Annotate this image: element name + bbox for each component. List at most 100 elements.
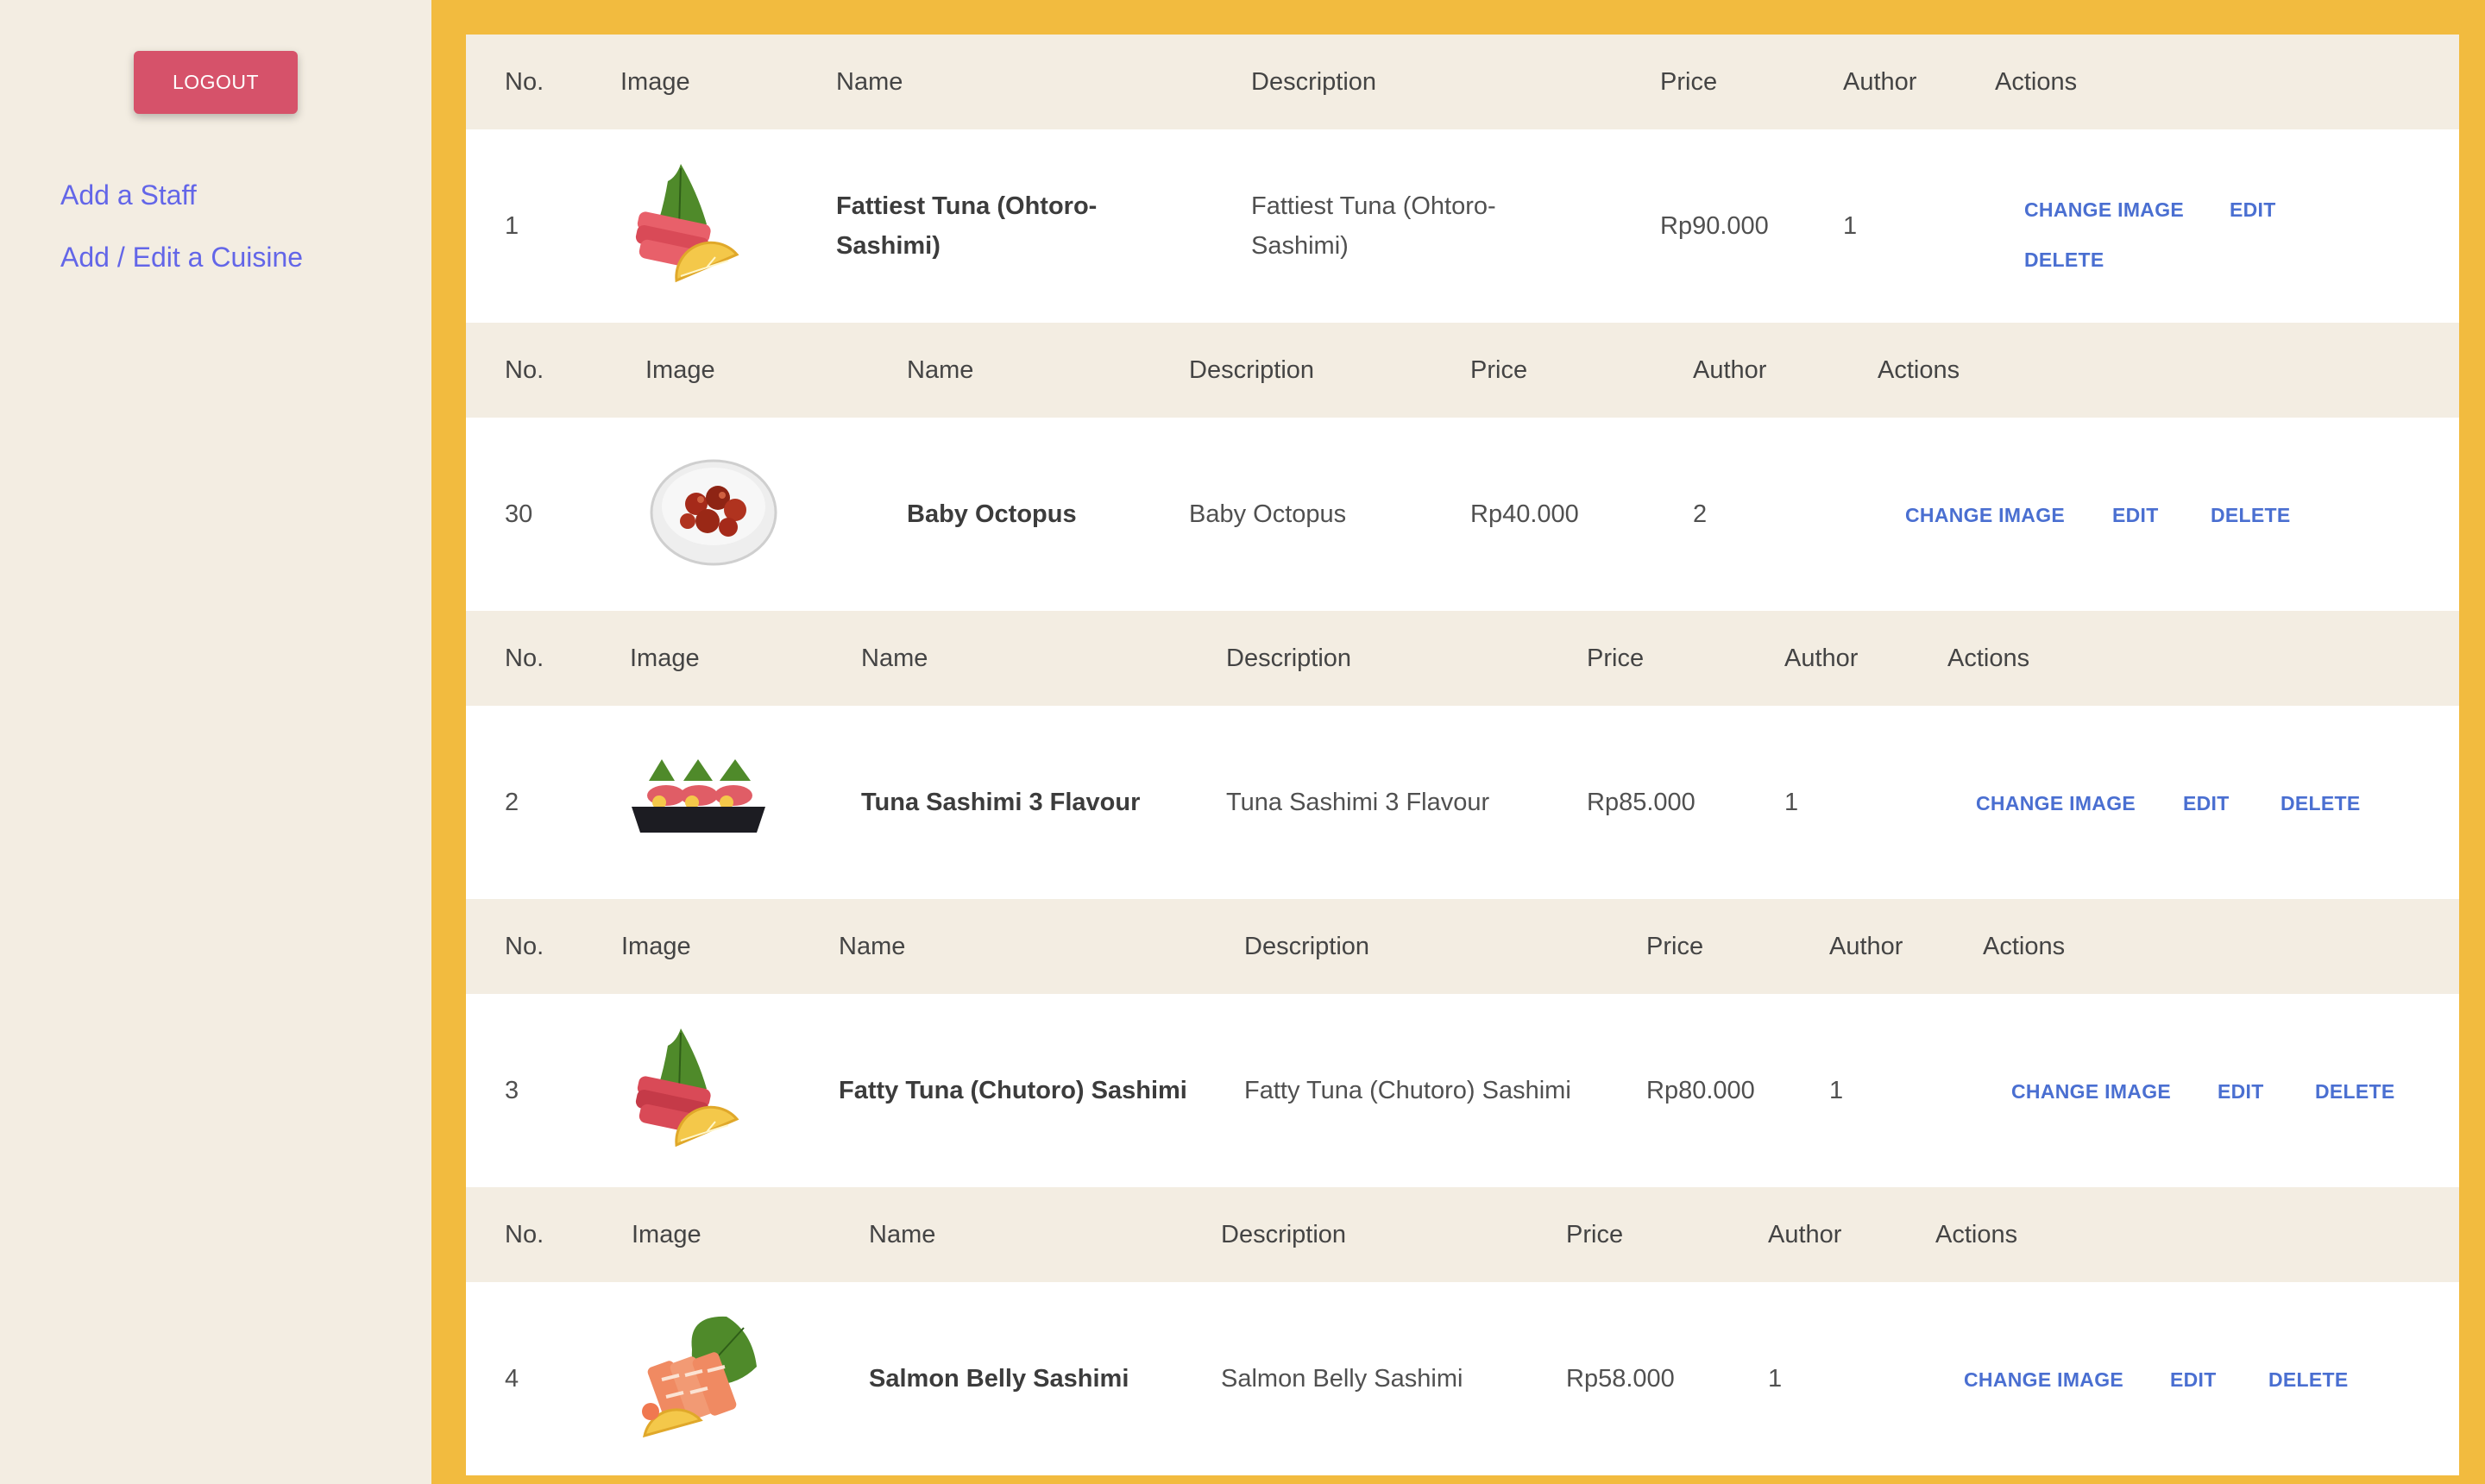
cuisine-table: No. Image Name Description Price Author … — [466, 899, 2459, 1187]
header-image: Image — [630, 644, 700, 672]
header-actions: Actions — [1947, 644, 2030, 672]
add-staff-link[interactable]: Add a Staff — [60, 179, 197, 211]
table-row: 30 Baby Octopus Baby Octopus Rp40.000 2 … — [466, 418, 2459, 611]
header-name: Name — [907, 355, 974, 384]
header-image: Image — [621, 932, 691, 960]
table-header: No. Image Name Description Price Author … — [466, 323, 2459, 418]
row-description: Tuna Sashimi 3 Flavour — [1226, 789, 1490, 816]
row-description: Baby Octopus — [1189, 500, 1347, 528]
row-price: Rp80.000 — [1646, 1077, 1755, 1104]
header-description: Description — [1226, 644, 1352, 672]
tuna-sashimi-tray-image — [632, 759, 765, 833]
table-row: 2 Tuna Sashimi 3 Flavour Tuna Sashimi 3 … — [466, 706, 2459, 899]
header-no: No. — [505, 932, 544, 960]
table-row: 3 Fatty Tuna (Chutoro) Sashimi Fatty Tun… — [466, 994, 2459, 1187]
cuisine-table: No. Image Name Description Price Author … — [466, 611, 2459, 899]
cuisine-table: No. Image Name Description Price Author … — [466, 35, 2459, 323]
header-author: Author — [1768, 1220, 1842, 1248]
row-author: 1 — [1784, 789, 1799, 816]
tuna-sashimi-image — [635, 1028, 739, 1148]
header-no: No. — [505, 1220, 544, 1248]
row-no: 4 — [505, 1365, 519, 1393]
table-header: No. Image Name Description Price Author … — [466, 899, 2459, 994]
row-name: Tuna Sashimi 3 Flavour — [861, 789, 1141, 816]
row-author: 1 — [1829, 1077, 1844, 1104]
header-no: No. — [505, 67, 544, 96]
change-image-button[interactable]: CHANGE IMAGE — [1905, 504, 2065, 527]
header-author: Author — [1693, 355, 1767, 384]
cuisine-table: No. Image Name Description Price Author … — [466, 1187, 2459, 1475]
header-actions: Actions — [1983, 932, 2066, 960]
row-author: 1 — [1843, 212, 1858, 240]
header-no: No. — [505, 355, 544, 384]
table-header: No. Image Name Description Price Author … — [466, 1187, 2459, 1282]
delete-button[interactable]: DELETE — [2281, 792, 2361, 815]
header-price: Price — [1470, 355, 1528, 384]
edit-button[interactable]: EDIT — [2230, 198, 2276, 222]
change-image-button[interactable]: CHANGE IMAGE — [2024, 198, 2184, 222]
edit-button[interactable]: EDIT — [2183, 792, 2230, 815]
header-name: Name — [869, 1220, 936, 1248]
header-author: Author — [1843, 67, 1917, 96]
table-row: 4 Salmon Belly Sashimi Salmon Belly Sash… — [466, 1282, 2459, 1475]
row-no: 1 — [505, 212, 519, 240]
header-price: Price — [1660, 67, 1718, 96]
delete-button[interactable]: DELETE — [2315, 1080, 2395, 1104]
header-image: Image — [632, 1220, 701, 1248]
row-description: Fattiest Tuna (Ohtoro-Sashimi) — [1251, 192, 1496, 260]
row-no: 30 — [505, 500, 533, 528]
header-image: Image — [645, 355, 715, 384]
header-author: Author — [1829, 932, 1903, 960]
header-actions: Actions — [1935, 1220, 2018, 1248]
change-image-button[interactable]: CHANGE IMAGE — [1976, 792, 2136, 815]
row-name: Fatty Tuna (Chutoro) Sashimi — [839, 1077, 1187, 1104]
row-price: Rp58.000 — [1566, 1365, 1675, 1393]
row-name: Fattiest Tuna (Ohtoro-Sashimi) — [836, 192, 1098, 260]
header-description: Description — [1251, 67, 1377, 96]
change-image-button[interactable]: CHANGE IMAGE — [1964, 1368, 2123, 1392]
sidebar: LOGOUT Add a Staff Add / Edit a Cuisine — [0, 0, 431, 1484]
row-name: Baby Octopus — [907, 500, 1077, 528]
header-price: Price — [1646, 932, 1704, 960]
edit-button[interactable]: EDIT — [2112, 504, 2159, 527]
row-author: 1 — [1768, 1365, 1783, 1393]
salmon-sashimi-image — [642, 1316, 757, 1438]
row-description: Fatty Tuna (Chutoro) Sashimi — [1244, 1077, 1571, 1104]
add-edit-cuisine-link[interactable]: Add / Edit a Cuisine — [60, 242, 303, 274]
header-no: No. — [505, 644, 544, 672]
delete-button[interactable]: DELETE — [2268, 1368, 2349, 1392]
table-header: No. Image Name Description Price Author … — [466, 35, 2459, 129]
header-name: Name — [861, 644, 928, 672]
header-author: Author — [1784, 644, 1859, 672]
tuna-sashimi-image — [635, 164, 739, 283]
row-price: Rp40.000 — [1470, 500, 1579, 528]
header-price: Price — [1587, 644, 1645, 672]
baby-octopus-image — [650, 459, 777, 566]
header-description: Description — [1221, 1220, 1347, 1248]
header-image: Image — [620, 67, 690, 96]
logout-button[interactable]: LOGOUT — [134, 51, 298, 114]
delete-button[interactable]: DELETE — [2024, 248, 2104, 272]
row-price: Rp90.000 — [1660, 212, 1769, 240]
main-content: No. Image Name Description Price Author … — [431, 0, 2485, 1484]
row-no: 3 — [505, 1077, 519, 1104]
header-name: Name — [839, 932, 906, 960]
edit-button[interactable]: EDIT — [2170, 1368, 2217, 1392]
header-actions: Actions — [1878, 355, 1960, 384]
row-name: Salmon Belly Sashimi — [869, 1365, 1129, 1393]
table-header: No. Image Name Description Price Author … — [466, 611, 2459, 706]
cuisine-table: No. Image Name Description Price Author … — [466, 323, 2459, 611]
row-no: 2 — [505, 789, 519, 816]
table-row: 1 Fattiest Tuna (Ohtoro-Sashimi) Fatties… — [466, 129, 2459, 323]
delete-button[interactable]: DELETE — [2211, 504, 2291, 527]
edit-button[interactable]: EDIT — [2218, 1080, 2264, 1104]
header-description: Description — [1244, 932, 1370, 960]
change-image-button[interactable]: CHANGE IMAGE — [2011, 1080, 2171, 1104]
row-description: Salmon Belly Sashimi — [1221, 1365, 1463, 1393]
row-price: Rp85.000 — [1587, 789, 1695, 816]
header-price: Price — [1566, 1220, 1624, 1248]
row-author: 2 — [1693, 500, 1708, 528]
header-description: Description — [1189, 355, 1315, 384]
header-name: Name — [836, 67, 903, 96]
header-actions: Actions — [1995, 67, 2078, 96]
